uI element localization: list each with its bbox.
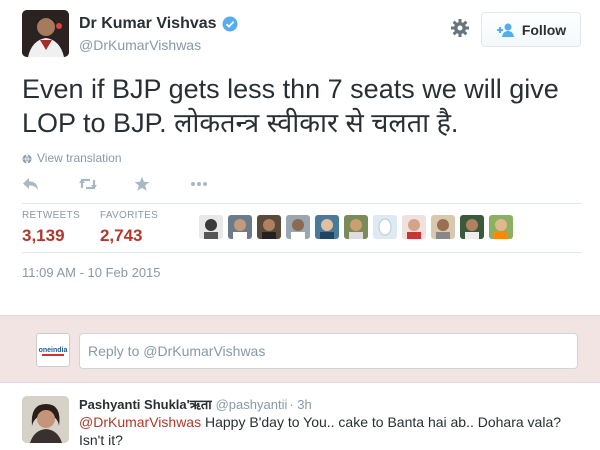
reply-time[interactable]: · 3h — [289, 397, 311, 412]
favoriter-avatar[interactable] — [286, 215, 310, 239]
favoriter-avatar[interactable] — [344, 215, 368, 239]
view-translation-label: View translation — [37, 151, 122, 165]
tweet-stats: RETWEETS 3,139 FAVORITES 2,743 — [22, 210, 178, 246]
favoriter-avatar[interactable] — [489, 215, 513, 239]
retweets-count: 3,139 — [22, 226, 65, 245]
favoriter-avatar[interactable] — [402, 215, 426, 239]
tweet-text: Even if BJP gets less thn 7 seats we wil… — [22, 74, 559, 138]
reply-author-handle[interactable]: @pashyantii — [216, 397, 288, 412]
retweets-label: RETWEETS — [22, 210, 80, 221]
favoriter-avatar[interactable] — [228, 215, 252, 239]
reply-text: @DrKumarVishwas Happy B'day to You.. cak… — [79, 413, 579, 449]
reply-header: Pashyanti Shukla'ऋता @pashyantii · 3h — [79, 395, 312, 413]
favorites-stat[interactable]: FAVORITES 2,743 — [100, 210, 158, 246]
author-name[interactable]: Dr Kumar Vishvas — [79, 15, 217, 33]
favoriter-avatar[interactable] — [373, 215, 397, 239]
view-translation-link[interactable]: View translation — [22, 151, 122, 165]
reply-tweet: Pashyanti Shukla'ऋता @pashyantii · 3h @D… — [0, 384, 600, 450]
follow-label: Follow — [521, 21, 567, 38]
oneindia-logo-text: oneindia — [39, 347, 68, 354]
tweet-actions — [22, 175, 246, 193]
current-user-avatar: oneindia — [36, 333, 70, 367]
favoriter-avatar[interactable] — [257, 215, 281, 239]
retweets-stat[interactable]: RETWEETS 3,139 — [22, 210, 80, 246]
tweet-card: Dr Kumar Vishvas @DrKumarVishwas Follow … — [0, 0, 600, 315]
favoriter-avatar[interactable] — [199, 215, 223, 239]
author-avatar[interactable] — [22, 10, 69, 57]
favoriter-avatar[interactable] — [315, 215, 339, 239]
reply-author-name[interactable]: Pashyanti Shukla'ऋता — [79, 395, 212, 413]
follow-button[interactable]: Follow — [481, 12, 581, 47]
star-icon[interactable] — [134, 175, 154, 193]
favorites-count: 2,743 — [99, 226, 143, 245]
divider — [22, 203, 582, 204]
author-name-block: Dr Kumar Vishvas @DrKumarVishwas — [79, 15, 238, 53]
more-icon[interactable] — [190, 175, 210, 193]
gear-icon[interactable] — [449, 17, 471, 39]
reply-box-area: oneindia Reply to @DrKumarVishwas — [0, 315, 600, 383]
tweet-timestamp[interactable]: 11:09 AM - 10 Feb 2015 — [22, 265, 161, 280]
follow-person-icon — [496, 22, 516, 38]
verified-icon — [222, 16, 238, 32]
reply-input[interactable]: Reply to @DrKumarVishwas — [79, 333, 578, 369]
favorites-label: FAVORITES — [99, 210, 159, 221]
reply-mention-link[interactable]: @DrKumarVishwas — [79, 414, 201, 430]
reply-icon[interactable] — [22, 175, 42, 193]
globe-icon — [22, 153, 32, 164]
favoriter-avatar[interactable] — [431, 215, 455, 239]
retweet-icon[interactable] — [78, 175, 98, 193]
favoriter-avatars — [199, 215, 518, 239]
favoriter-avatar[interactable] — [460, 215, 484, 239]
divider — [22, 252, 582, 253]
author-handle[interactable]: @DrKumarVishwas — [79, 37, 238, 53]
reply-author-avatar[interactable] — [22, 396, 69, 443]
